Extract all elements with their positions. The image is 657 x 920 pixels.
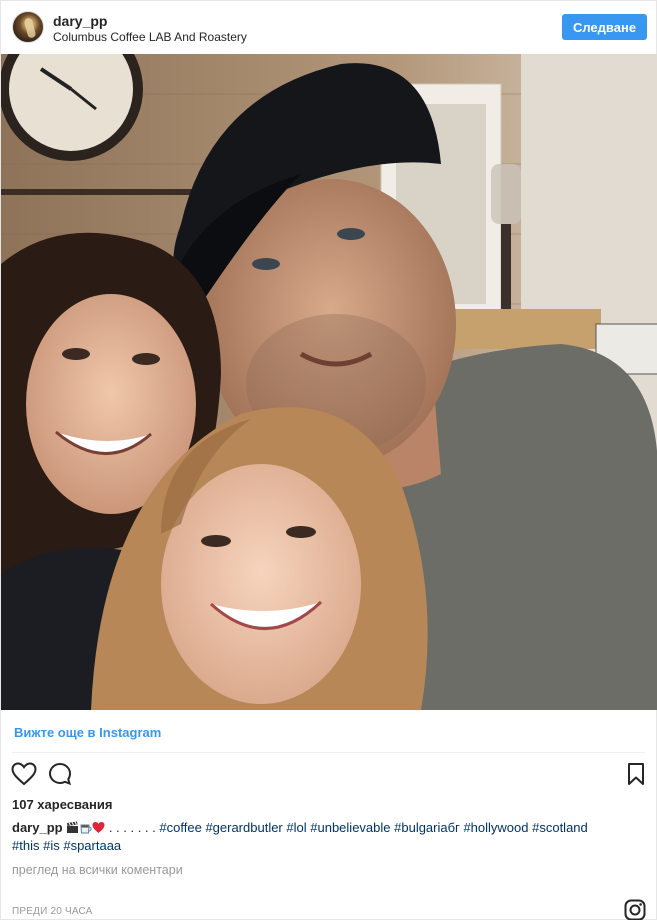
hashtags-line-2: #this #is #spartaaa <box>12 838 121 853</box>
follow-button[interactable]: Следване <box>562 14 647 40</box>
post-photo[interactable] <box>1 54 657 710</box>
location[interactable]: Columbus Coffee LAB And Roastery <box>53 30 247 44</box>
view-all-comments-link[interactable]: преглед на всички коментари <box>12 863 183 877</box>
bookmark-icon[interactable] <box>626 762 646 786</box>
hashtag-link[interactable]: #scotland <box>532 820 588 835</box>
post-timestamp: ПРЕДИ 20 ЧАСА <box>12 906 93 917</box>
divider <box>12 752 645 753</box>
coffee-emoji-icon <box>79 821 92 834</box>
red-heart-emoji-icon <box>92 821 105 834</box>
post-header: dary_pp Columbus Coffee LAB And Roastery… <box>1 1 656 54</box>
hashtag-link[interactable]: #lol <box>286 820 306 835</box>
instagram-icon[interactable] <box>624 899 646 920</box>
comment-icon[interactable] <box>48 762 74 786</box>
view-more-link[interactable]: Вижте още в Instagram <box>14 725 161 740</box>
hashtag-link[interactable]: #unbelievable <box>310 820 390 835</box>
caption-username[interactable]: dary_pp <box>12 820 63 835</box>
avatar[interactable] <box>12 11 44 43</box>
hashtag-link[interactable]: #gerardbutler <box>205 820 282 835</box>
hashtag-link[interactable]: #hollywood <box>463 820 528 835</box>
clapperboard-emoji-icon <box>66 821 79 834</box>
username[interactable]: dary_pp <box>53 13 107 29</box>
heart-icon[interactable] <box>11 762 37 786</box>
hashtag-link[interactable]: #this <box>12 838 39 853</box>
selfie-image <box>1 54 657 710</box>
caption: dary_pp . . . . . . . #coffee #gerardbut… <box>12 819 648 855</box>
hashtag-link[interactable]: #spartaaa <box>63 838 121 853</box>
caption-dots: . . . . . . . <box>105 820 160 835</box>
hashtag-link[interactable]: #is <box>43 838 60 853</box>
hashtag-link[interactable]: #bulgariaбг <box>394 820 460 835</box>
hashtags-line-1: #coffee #gerardbutler #lol #unbelievable… <box>159 820 587 835</box>
hashtag-link[interactable]: #coffee <box>159 820 201 835</box>
instagram-embed: dary_pp Columbus Coffee LAB And Roastery… <box>0 0 657 920</box>
likes-count[interactable]: 107 харесвания <box>12 797 112 812</box>
